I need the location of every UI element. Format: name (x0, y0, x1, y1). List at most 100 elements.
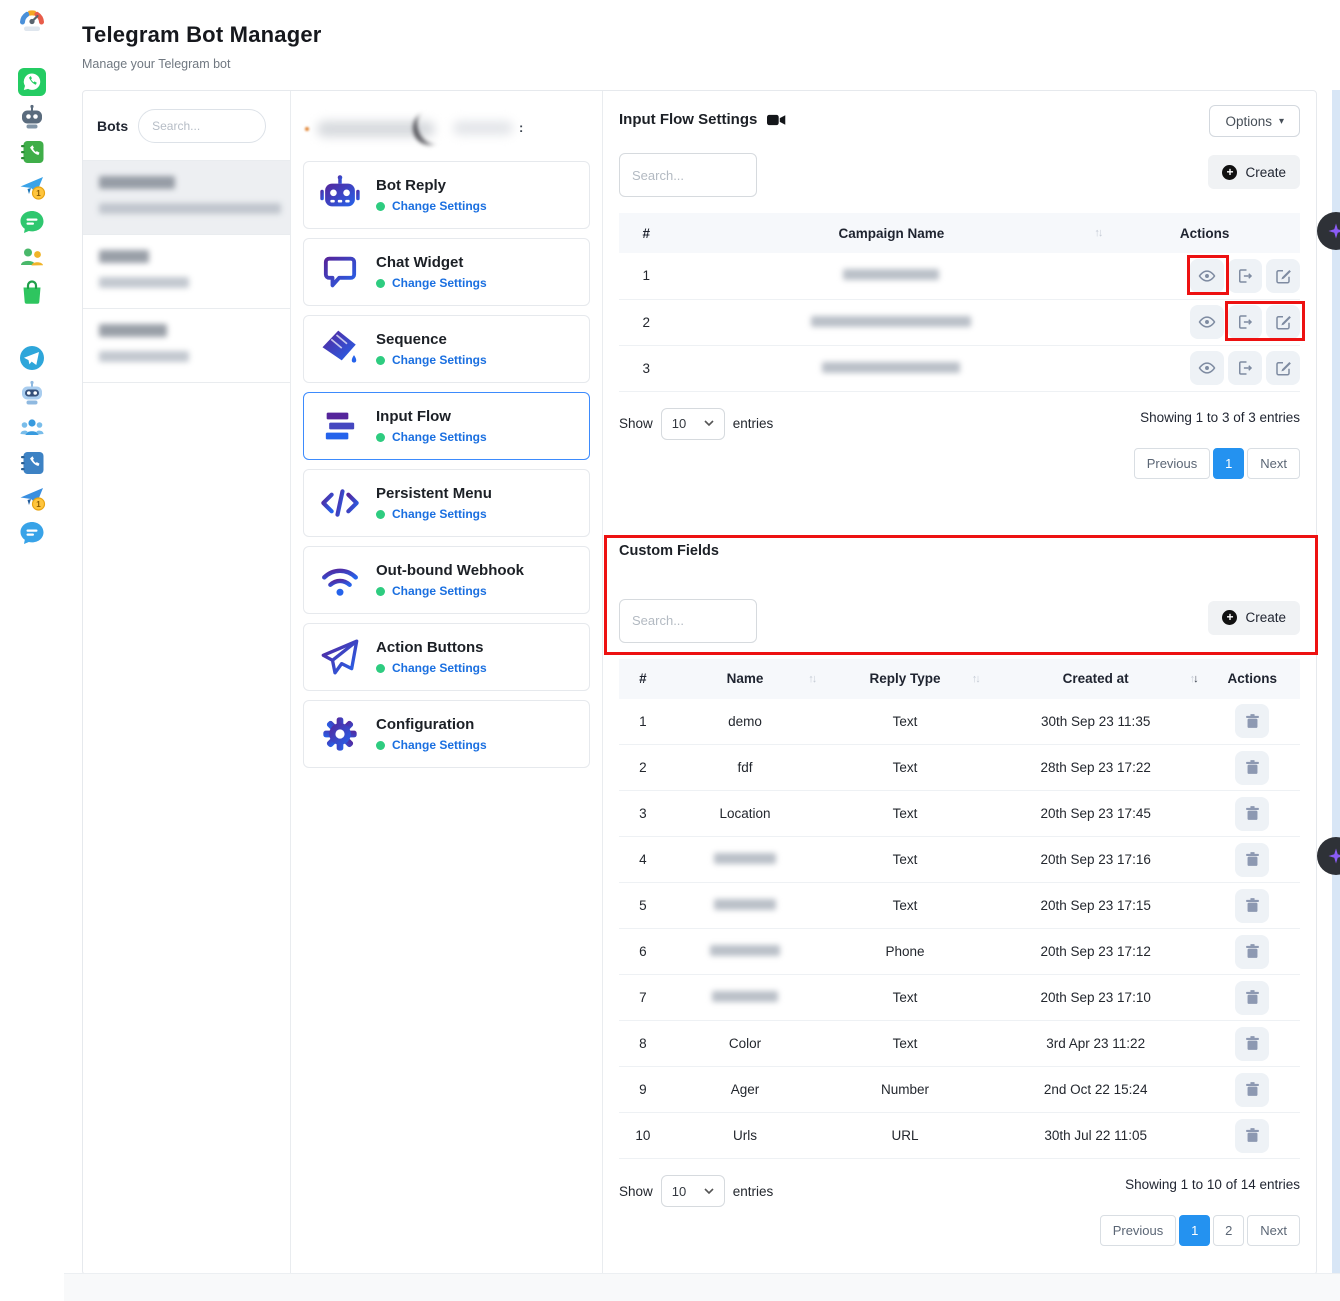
delete-button[interactable] (1235, 889, 1269, 923)
change-settings-link[interactable]: Change Settings (392, 584, 487, 598)
edit-button[interactable] (1266, 351, 1300, 385)
plus-circle-icon: + (1222, 610, 1237, 625)
video-camera-icon (767, 113, 786, 127)
view-button[interactable] (1190, 305, 1224, 339)
flow-create-button[interactable]: + Create (1208, 155, 1300, 189)
campaign-send-icon[interactable]: 1 (18, 173, 46, 201)
delete-button[interactable] (1235, 935, 1269, 969)
chatbot-icon[interactable] (18, 103, 46, 131)
created-at: 20th Sep 23 17:10 (987, 975, 1205, 1021)
column-header-name[interactable]: Name ↑↓ (667, 659, 824, 699)
custom-field-row: 4 Text20th Sep 23 17:16 (619, 837, 1300, 883)
next-page-button[interactable]: Next (1247, 448, 1300, 479)
edit-button[interactable] (1266, 259, 1300, 293)
export-button[interactable] (1228, 351, 1262, 385)
status-dot (376, 279, 385, 288)
trash-icon (1244, 897, 1261, 914)
menu-item-input-flow[interactable]: Input Flow Change Settings (303, 392, 590, 460)
created-at: 2nd Oct 22 15:24 (987, 1067, 1205, 1113)
reply-type: Text (823, 883, 986, 929)
menu-item-sequence[interactable]: Sequence Change Settings (303, 315, 590, 383)
status-dot (376, 433, 385, 442)
custom-fields-search-input[interactable] (619, 599, 757, 643)
bot-list-item[interactable] (83, 161, 290, 235)
column-header-campaign-name[interactable]: Campaign Name ↑↓ (673, 213, 1109, 253)
telegram-icon[interactable] (18, 344, 46, 372)
page-number-button[interactable]: 1 (1213, 448, 1244, 479)
page-number-button[interactable]: 1 (1179, 1215, 1210, 1246)
scrollbar[interactable] (1332, 90, 1340, 1301)
campaign-row: 2 (619, 299, 1300, 345)
change-settings-link[interactable]: Change Settings (392, 276, 487, 290)
delete-button[interactable] (1235, 704, 1269, 738)
view-button[interactable] (1190, 259, 1224, 293)
bots-search-input[interactable] (138, 109, 266, 143)
column-header-created-at[interactable]: Created at ↑↓ (987, 659, 1205, 699)
trash-icon (1244, 1081, 1261, 1098)
change-settings-link[interactable]: Change Settings (392, 430, 487, 444)
custom-field-row: 6 Phone20th Sep 23 17:12 (619, 929, 1300, 975)
previous-page-button[interactable]: Previous (1134, 448, 1211, 479)
column-header-number[interactable]: # (619, 659, 667, 699)
menu-item-persistent-menu[interactable]: Persistent Menu Change Settings (303, 469, 590, 537)
change-settings-link[interactable]: Change Settings (392, 353, 487, 367)
page-number-button[interactable]: 2 (1213, 1215, 1244, 1246)
dashboard-gauge-icon[interactable] (18, 6, 46, 34)
menu-item-outbound-webhook[interactable]: Out-bound Webhook Change Settings (303, 546, 590, 614)
next-page-button[interactable]: Next (1247, 1215, 1300, 1246)
column-header-reply-type[interactable]: Reply Type ↑↓ (823, 659, 986, 699)
bot-list-item[interactable] (83, 309, 290, 383)
reply-type: Text (823, 745, 986, 791)
delete-button[interactable] (1235, 1073, 1269, 1107)
whatsapp-icon[interactable] (18, 68, 46, 96)
community-icon[interactable] (18, 243, 46, 271)
export-button[interactable] (1228, 305, 1262, 339)
webhook-icon (318, 558, 362, 602)
delete-button[interactable] (1235, 843, 1269, 877)
delete-button[interactable] (1235, 797, 1269, 831)
flow-search-input[interactable] (619, 153, 757, 197)
custom-field-row: 3Location Text20th Sep 23 17:45 (619, 791, 1300, 837)
menu-item-bot-reply[interactable]: Bot Reply Change Settings (303, 161, 590, 229)
export-icon (1236, 267, 1254, 285)
custom-field-row: 7 Text20th Sep 23 17:10 (619, 975, 1300, 1021)
column-header-number[interactable]: # (619, 213, 673, 253)
menu-item-chat-widget[interactable]: Chat Widget Change Settings (303, 238, 590, 306)
custom-field-row: 9Ager Number2nd Oct 22 15:24 (619, 1067, 1300, 1113)
redacted-bot-username (99, 351, 189, 362)
change-settings-link[interactable]: Change Settings (392, 507, 487, 521)
menu-item-action-buttons[interactable]: Action Buttons Change Settings (303, 623, 590, 691)
reply-type: Phone (823, 929, 986, 975)
view-button[interactable] (1190, 351, 1224, 385)
telegram-chat-icon[interactable] (18, 519, 46, 547)
export-button[interactable] (1228, 259, 1262, 293)
sms-chat-icon[interactable] (18, 208, 46, 236)
edit-button[interactable] (1266, 305, 1300, 339)
change-settings-link[interactable]: Change Settings (392, 738, 487, 752)
plus-circle-icon: + (1222, 165, 1237, 180)
telegram-bot-icon[interactable] (18, 379, 46, 407)
store-bag-icon[interactable] (18, 278, 46, 306)
options-button[interactable]: Options ▾ (1209, 105, 1300, 137)
custom-fields-page-size-select[interactable]: 10 (661, 1175, 725, 1207)
delete-button[interactable] (1235, 1119, 1269, 1153)
telegram-campaign-icon[interactable]: 1 (18, 484, 46, 512)
change-settings-link[interactable]: Change Settings (392, 661, 487, 675)
delete-button[interactable] (1235, 1027, 1269, 1061)
settings-menu-panel: : Bot Reply Change Settings Chat Widget (291, 91, 603, 1274)
menu-item-configuration[interactable]: Configuration Change Settings (303, 700, 590, 768)
telegram-contacts-icon[interactable] (18, 449, 46, 477)
telegram-community-icon[interactable] (18, 414, 46, 442)
custom-fields-create-button[interactable]: + Create (1208, 601, 1300, 635)
previous-page-button[interactable]: Previous (1100, 1215, 1177, 1246)
delete-button[interactable] (1235, 981, 1269, 1015)
flow-page-size-select[interactable]: 10 (661, 408, 725, 440)
contacts-book-icon[interactable] (18, 138, 46, 166)
edit-icon (1274, 313, 1292, 331)
change-settings-link[interactable]: Change Settings (392, 199, 487, 213)
menu-item-label: Out-bound Webhook (376, 562, 524, 579)
row-number: 3 (619, 345, 673, 391)
delete-button[interactable] (1235, 751, 1269, 785)
trash-icon (1244, 943, 1261, 960)
bot-list-item[interactable] (83, 235, 290, 309)
